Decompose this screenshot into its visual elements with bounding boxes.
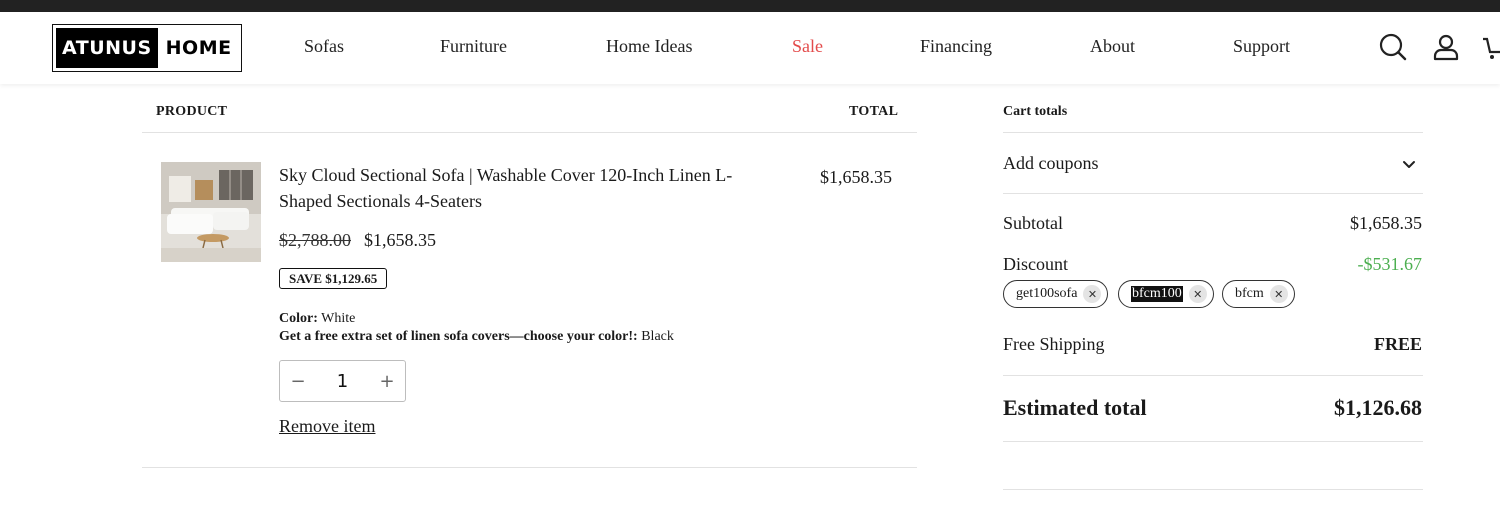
site-header: ATUNUS HOME Sofas Furniture Home Ideas S… (0, 12, 1500, 84)
divider (1003, 132, 1423, 133)
divider (142, 467, 917, 468)
nav-home-ideas[interactable]: Home Ideas (606, 36, 692, 57)
color-option-value: White (321, 311, 356, 326)
original-price: $2,788.00 (279, 230, 351, 250)
remove-coupon-icon[interactable]: ✕ (1188, 285, 1207, 303)
logo-text-right: HOME (165, 37, 232, 59)
subtotal-label: Subtotal (1003, 213, 1064, 233)
discount-value: -$531.67 (1357, 254, 1423, 274)
product-title-link[interactable]: Sky Cloud Sectional Sofa | Washable Cove… (279, 162, 779, 214)
remove-coupon-icon[interactable]: ✕ (1083, 285, 1102, 303)
color-option: Color: White (279, 311, 355, 327)
coupon-chip: get100sofa ✕ (1003, 280, 1109, 308)
nav-sofas[interactable]: Sofas (304, 36, 344, 57)
shipping-label: Free Shipping (1003, 334, 1105, 354)
divider (1003, 375, 1423, 376)
product-image[interactable] (161, 162, 261, 262)
line-total: $1,658.35 (820, 167, 892, 187)
chevron-down-icon[interactable] (1400, 155, 1418, 173)
account-icon[interactable] (1431, 32, 1461, 62)
logo[interactable]: ATUNUS HOME (52, 24, 242, 72)
nav-support[interactable]: Support (1233, 36, 1290, 57)
logo-text-left: ATUNUS (56, 28, 158, 68)
shipping-value: FREE (1373, 334, 1422, 354)
coupon-code: get100sofa (1016, 286, 1078, 301)
estimated-total-label: Estimated total (1003, 395, 1147, 420)
cart-totals-title: Cart totals (1003, 104, 1068, 119)
increase-quantity-button[interactable]: + (379, 371, 395, 392)
extra-cover-option: Get a free extra set of linen sofa cover… (279, 329, 674, 345)
add-coupons-toggle[interactable]: Add coupons (1003, 153, 1099, 174)
search-icon[interactable] (1378, 32, 1408, 62)
remove-coupon-icon[interactable]: ✕ (1269, 285, 1288, 303)
coupon-chip: bfcm ✕ (1222, 280, 1295, 308)
top-bar (0, 0, 1500, 12)
nav-financing[interactable]: Financing (920, 36, 992, 57)
estimated-total-value: $1,126.68 (1334, 395, 1422, 420)
nav-sale[interactable]: Sale (792, 36, 823, 57)
nav-furniture[interactable]: Furniture (440, 36, 507, 57)
divider (1003, 193, 1423, 194)
remove-item-link[interactable]: Remove item (279, 416, 375, 437)
sale-price: $1,658.35 (364, 230, 436, 250)
savings-badge: SAVE $1,129.65 (279, 268, 388, 289)
column-header-total: TOTAL (849, 104, 899, 119)
extra-cover-option-label: Get a free extra set of linen sofa cover… (279, 329, 638, 344)
divider (142, 132, 917, 133)
color-option-label: Color: (279, 311, 318, 326)
coupon-chip: bfcm100 ✕ (1118, 280, 1214, 308)
divider (1003, 489, 1423, 490)
divider (1003, 441, 1423, 442)
quantity-stepper[interactable]: − 1 + (279, 360, 406, 402)
coupon-code: bfcm100 (1131, 286, 1183, 302)
nav-about[interactable]: About (1090, 36, 1135, 57)
extra-cover-option-value: Black (641, 329, 674, 344)
subtotal-value: $1,658.35 (1350, 213, 1422, 233)
quantity-value[interactable]: 1 (337, 371, 348, 392)
column-header-product: PRODUCT (156, 104, 228, 119)
decrease-quantity-button[interactable]: − (290, 371, 306, 392)
coupon-code: bfcm (1235, 286, 1264, 301)
discount-label: Discount (1003, 254, 1068, 274)
cart-icon[interactable] (1482, 32, 1500, 62)
